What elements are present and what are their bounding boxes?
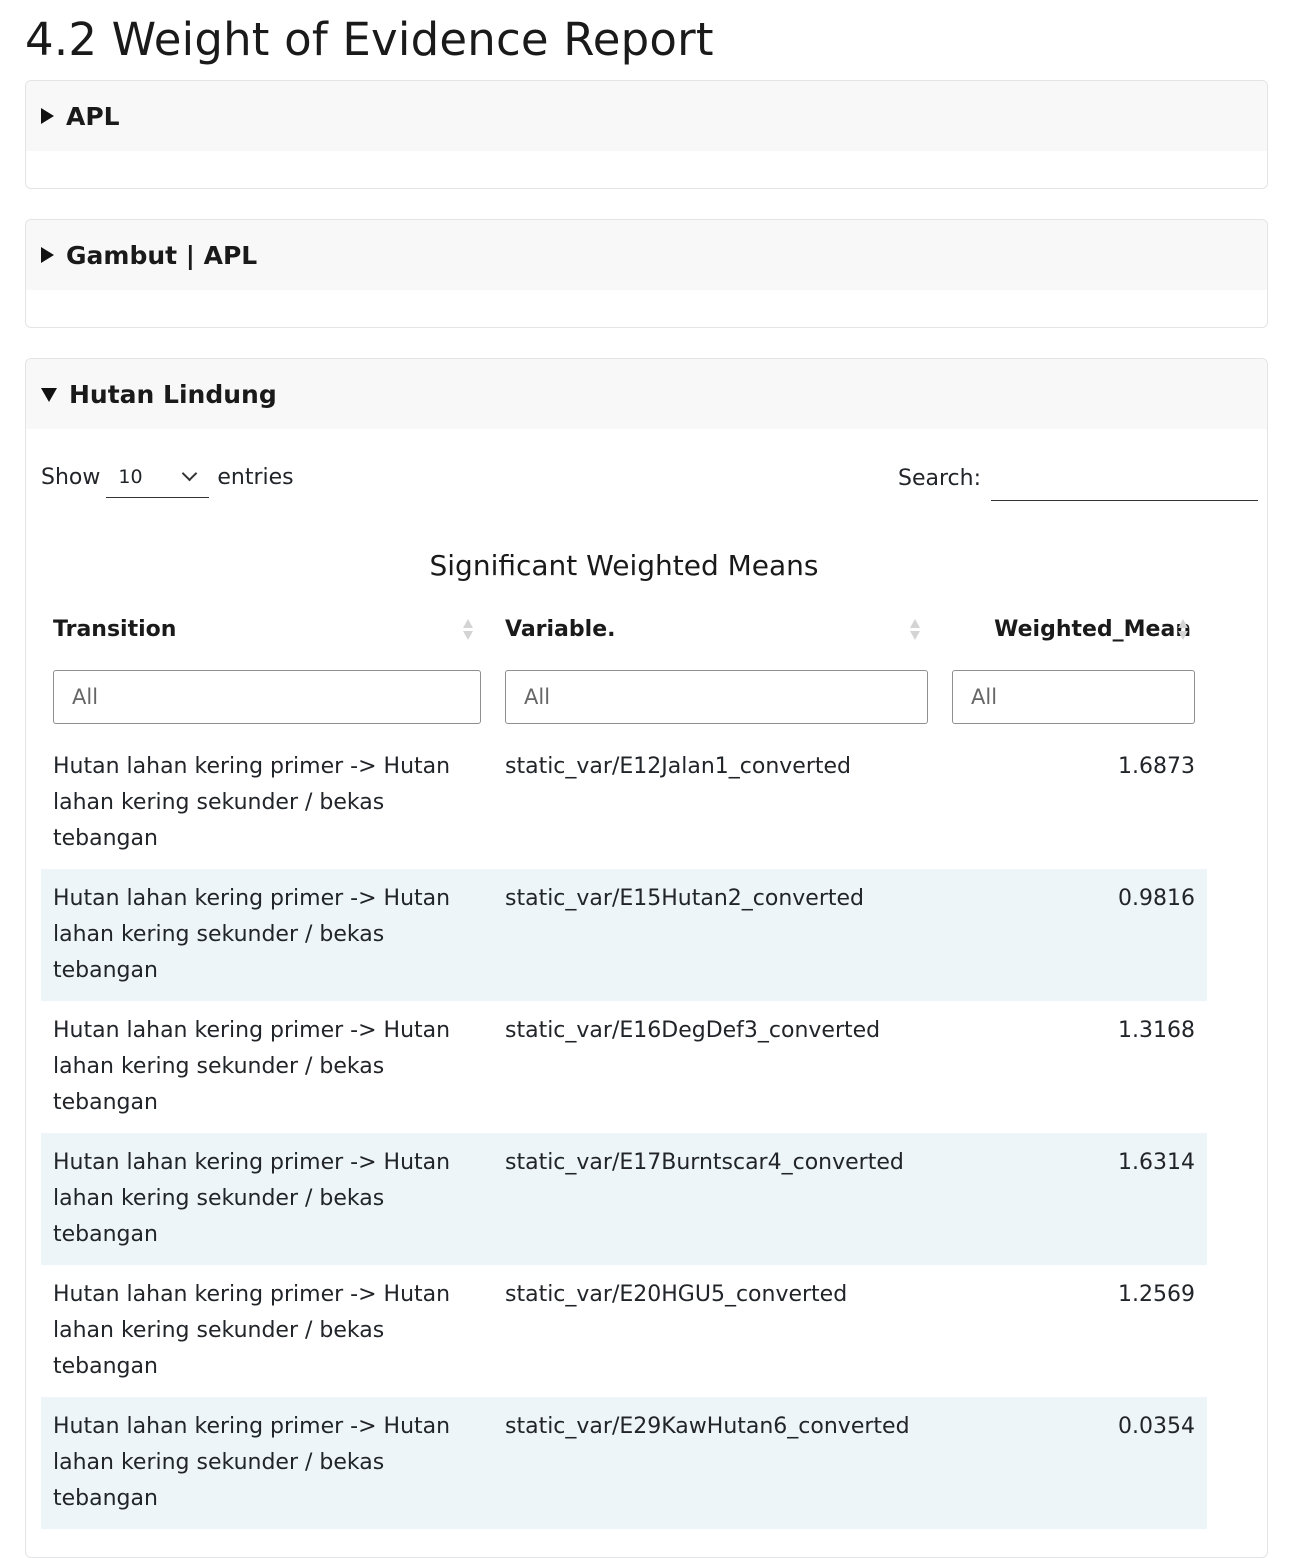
panel-apl-toggle[interactable]: APL [26,81,1267,151]
sort-icon[interactable] [462,619,474,641]
table-row: Hutan lahan kering primer -> Hutan lahan… [41,1001,1207,1133]
table-header: Transition Variable. Weighted_Mean [41,607,1207,651]
page-title: 4.2 Weight of Evidence Report [25,13,714,66]
caret-right-icon [41,247,54,263]
filter-transition-input[interactable] [53,670,481,724]
panel-hutan-lindung: Hutan Lindung Show 10 entries Search: Si… [25,358,1268,1558]
table-row: Hutan lahan kering primer -> Hutan lahan… [41,869,1207,1001]
cell-variable: static_var/E17Burntscar4_converted [505,1150,904,1175]
table-search: Search: [898,456,1258,501]
cell-variable: static_var/E15Hutan2_converted [505,886,865,911]
cell-weighted-mean: 0.0354 [1118,1414,1195,1439]
entries-select[interactable]: 10 [106,456,210,498]
column-header-transition[interactable]: Transition [53,607,481,651]
cell-variable: static_var/E12Jalan1_converted [505,754,851,779]
cell-variable: static_var/E20HGU5_converted [505,1282,848,1307]
entries-select-value: 10 [118,465,143,488]
cell-weighted-mean: 1.6873 [1118,754,1195,779]
column-header-transition-label: Transition [53,616,177,642]
cell-transition: Hutan lahan kering primer -> Hutan lahan… [53,886,451,983]
table-row: Hutan lahan kering primer -> Hutan lahan… [41,1133,1207,1265]
column-header-weighted-mean-label: Weighted_Mean [994,616,1191,642]
search-input[interactable] [991,456,1258,501]
filter-variable-input[interactable] [505,670,928,724]
sort-icon[interactable] [909,619,921,641]
cell-transition: Hutan lahan kering primer -> Hutan lahan… [53,1414,451,1511]
cell-weighted-mean: 1.3168 [1118,1018,1195,1043]
panel-gambut-apl: Gambut | APL [25,219,1268,328]
table-caption: Significant Weighted Means [429,549,819,582]
panel-apl: APL [25,80,1268,189]
cell-variable: static_var/E16DegDef3_converted [505,1018,881,1043]
show-label: Show [41,464,101,490]
table-row: Hutan lahan kering primer -> Hutan lahan… [41,1397,1207,1529]
panel-gambut-apl-toggle[interactable]: Gambut | APL [26,220,1267,290]
cell-weighted-mean: 1.6314 [1118,1150,1195,1175]
cell-weighted-mean: 0.9816 [1118,886,1195,911]
panel-hutan-lindung-label: Hutan Lindung [69,379,277,409]
column-header-variable[interactable]: Variable. [505,607,919,651]
cell-variable: static_var/E29KawHutan6_converted [505,1414,910,1439]
table-row: Hutan lahan kering primer -> Hutan lahan… [41,737,1207,869]
table-body: Hutan lahan kering primer -> Hutan lahan… [41,737,1207,1529]
panel-gambut-apl-label: Gambut | APL [66,240,258,270]
column-header-variable-label: Variable. [505,616,616,642]
panel-apl-label: APL [66,101,120,131]
caret-down-icon [41,388,57,402]
chevron-down-icon [182,465,198,482]
cell-transition: Hutan lahan kering primer -> Hutan lahan… [53,1150,451,1247]
search-label: Search: [898,466,981,491]
cell-transition: Hutan lahan kering primer -> Hutan lahan… [53,754,451,851]
column-header-weighted-mean[interactable]: Weighted_Mean [951,607,1191,651]
entries-label: entries [217,464,294,490]
filter-weighted-mean-input[interactable] [952,670,1195,724]
cell-transition: Hutan lahan kering primer -> Hutan lahan… [53,1282,451,1379]
panel-hutan-lindung-toggle[interactable]: Hutan Lindung [26,359,1267,429]
cell-transition: Hutan lahan kering primer -> Hutan lahan… [53,1018,451,1115]
cell-weighted-mean: 1.2569 [1118,1282,1195,1307]
sort-icon[interactable] [1177,619,1189,641]
caret-right-icon [41,108,54,124]
table-row: Hutan lahan kering primer -> Hutan lahan… [41,1265,1207,1397]
entries-length-control: Show 10 entries [41,456,294,498]
